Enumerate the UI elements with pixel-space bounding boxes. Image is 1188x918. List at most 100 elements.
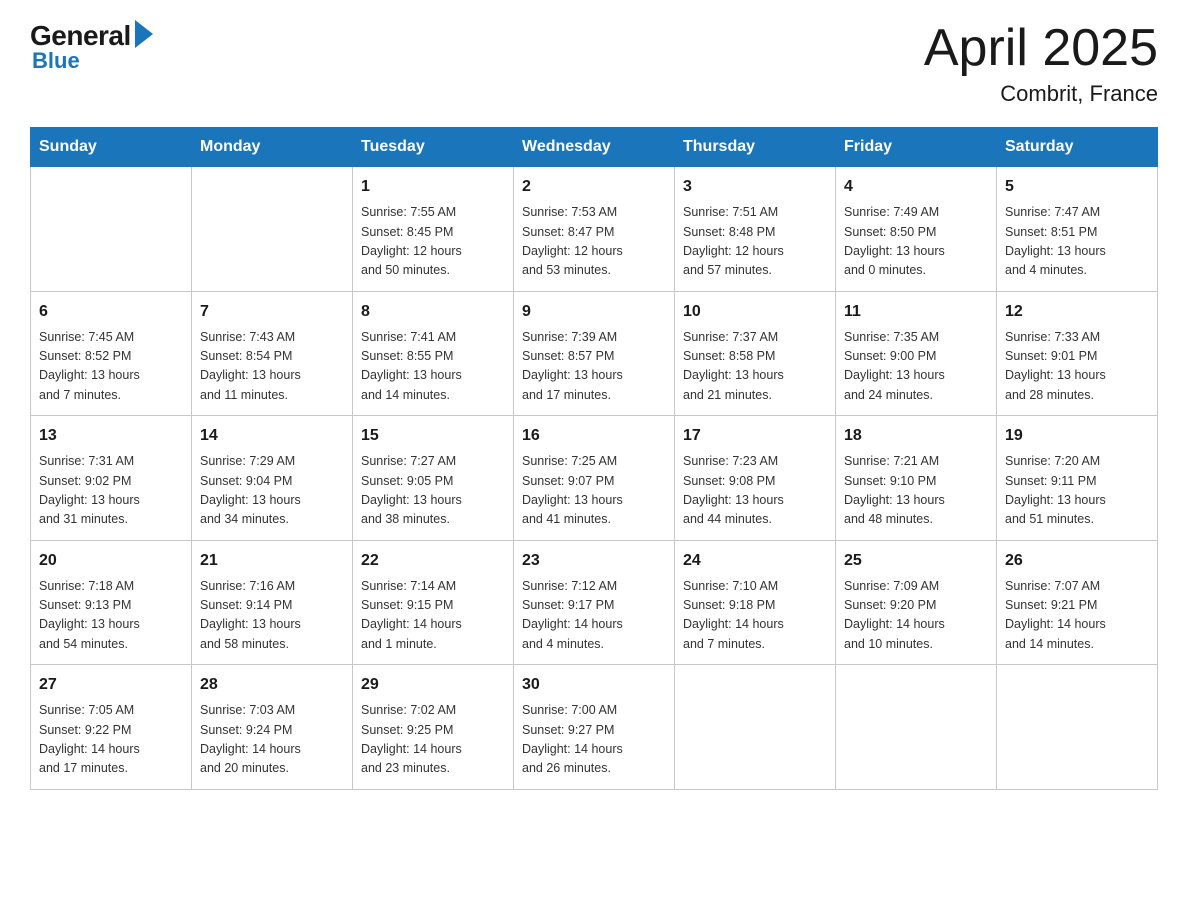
- day-number: 3: [683, 175, 827, 199]
- day-header-monday: Monday: [192, 128, 353, 167]
- day-number: 9: [522, 300, 666, 324]
- day-number: 2: [522, 175, 666, 199]
- day-info: Sunrise: 7:49 AM Sunset: 8:50 PM Dayligh…: [844, 203, 988, 281]
- day-info: Sunrise: 7:21 AM Sunset: 9:10 PM Dayligh…: [844, 452, 988, 530]
- day-number: 28: [200, 673, 344, 697]
- title-block: April 2025 Combrit, France: [924, 20, 1158, 107]
- day-info: Sunrise: 7:37 AM Sunset: 8:58 PM Dayligh…: [683, 328, 827, 406]
- calendar-cell: 26Sunrise: 7:07 AM Sunset: 9:21 PM Dayli…: [997, 540, 1158, 665]
- calendar-cell: 19 Sunrise: 7:20 AM Sunset: 9:11 PM Dayli…: [997, 416, 1158, 541]
- calendar-table: SundayMondayTuesdayWednesdayThursdayFrid…: [30, 127, 1158, 790]
- day-info: Sunrise: 7:45 AM Sunset: 8:52 PM Dayligh…: [39, 328, 183, 406]
- calendar-cell: [31, 167, 192, 292]
- day-number: 30: [522, 673, 666, 697]
- day-info: Sunrise: 7:05 AM Sunset: 9:22 PM Dayligh…: [39, 701, 183, 779]
- calendar-cell: 27 Sunrise: 7:05 AM Sunset: 9:22 PM Dayli…: [31, 665, 192, 790]
- day-header-thursday: Thursday: [675, 128, 836, 167]
- day-header-row: SundayMondayTuesdayWednesdayThursdayFrid…: [31, 128, 1158, 167]
- day-number: 20: [39, 549, 183, 573]
- day-header-tuesday: Tuesday: [353, 128, 514, 167]
- day-number: 17: [683, 424, 827, 448]
- day-info: Sunrise: 7:20 AM Sunset: 9:11 PM Dayligh…: [1005, 452, 1149, 530]
- calendar-location: Combrit, France: [924, 81, 1158, 107]
- day-number: 21: [200, 549, 344, 573]
- day-header-friday: Friday: [836, 128, 997, 167]
- day-number: 15: [361, 424, 505, 448]
- day-info: Sunrise: 7:43 AM Sunset: 8:54 PM Dayligh…: [200, 328, 344, 406]
- page-header: General Blue April 2025 Combrit, France: [30, 20, 1158, 107]
- day-info: Sunrise: 7:29 AM Sunset: 9:04 PM Dayligh…: [200, 452, 344, 530]
- calendar-cell: [997, 665, 1158, 790]
- day-info: Sunrise: 7:55 AM Sunset: 8:45 PM Dayligh…: [361, 203, 505, 281]
- day-info: Sunrise: 7:02 AM Sunset: 9:25 PM Dayligh…: [361, 701, 505, 779]
- calendar-week-3: 13 Sunrise: 7:31 AM Sunset: 9:02 PM Dayli…: [31, 416, 1158, 541]
- day-number: 25: [844, 549, 988, 573]
- day-number: 5: [1005, 175, 1149, 199]
- day-number: 12: [1005, 300, 1149, 324]
- calendar-cell: 9 Sunrise: 7:39 AM Sunset: 8:57 PM Daylig…: [514, 291, 675, 416]
- day-info: Sunrise: 7:51 AM Sunset: 8:48 PM Dayligh…: [683, 203, 827, 281]
- day-number: 24: [683, 549, 827, 573]
- calendar-cell: 22Sunrise: 7:14 AM Sunset: 9:15 PM Dayli…: [353, 540, 514, 665]
- calendar-cell: 20 Sunrise: 7:18 AM Sunset: 9:13 PM Dayli…: [31, 540, 192, 665]
- calendar-cell: [675, 665, 836, 790]
- day-number: 22: [361, 549, 505, 573]
- calendar-title: April 2025: [924, 20, 1158, 77]
- day-info: Sunrise: 7:03 AM Sunset: 9:24 PM Dayligh…: [200, 701, 344, 779]
- calendar-cell: 14 Sunrise: 7:29 AM Sunset: 9:04 PM Dayli…: [192, 416, 353, 541]
- calendar-cell: 4 Sunrise: 7:49 AM Sunset: 8:50 PM Daylig…: [836, 167, 997, 292]
- day-number: 16: [522, 424, 666, 448]
- day-number: 4: [844, 175, 988, 199]
- calendar-cell: 7 Sunrise: 7:43 AM Sunset: 8:54 PM Daylig…: [192, 291, 353, 416]
- day-info: Sunrise: 7:09 AM Sunset: 9:20 PM Dayligh…: [844, 577, 988, 655]
- day-number: 7: [200, 300, 344, 324]
- day-info: Sunrise: 7:53 AM Sunset: 8:47 PM Dayligh…: [522, 203, 666, 281]
- calendar-cell: 21 Sunrise: 7:16 AM Sunset: 9:14 PM Dayli…: [192, 540, 353, 665]
- calendar-body: 1 Sunrise: 7:55 AM Sunset: 8:45 PM Daylig…: [31, 167, 1158, 790]
- day-info: Sunrise: 7:31 AM Sunset: 9:02 PM Dayligh…: [39, 452, 183, 530]
- day-info: Sunrise: 7:39 AM Sunset: 8:57 PM Dayligh…: [522, 328, 666, 406]
- calendar-cell: 10 Sunrise: 7:37 AM Sunset: 8:58 PM Dayli…: [675, 291, 836, 416]
- logo-arrow-icon: [135, 20, 153, 48]
- calendar-week-1: 1 Sunrise: 7:55 AM Sunset: 8:45 PM Daylig…: [31, 167, 1158, 292]
- day-header-wednesday: Wednesday: [514, 128, 675, 167]
- calendar-cell: 17 Sunrise: 7:23 AM Sunset: 9:08 PM Dayli…: [675, 416, 836, 541]
- day-number: 27: [39, 673, 183, 697]
- day-number: 13: [39, 424, 183, 448]
- day-number: 19: [1005, 424, 1149, 448]
- day-header-saturday: Saturday: [997, 128, 1158, 167]
- day-info: Sunrise: 7:10 AM Sunset: 9:18 PM Dayligh…: [683, 577, 827, 655]
- day-number: 1: [361, 175, 505, 199]
- calendar-cell: 5 Sunrise: 7:47 AM Sunset: 8:51 PM Daylig…: [997, 167, 1158, 292]
- day-info: Sunrise: 7:23 AM Sunset: 9:08 PM Dayligh…: [683, 452, 827, 530]
- day-info: Sunrise: 7:47 AM Sunset: 8:51 PM Dayligh…: [1005, 203, 1149, 281]
- day-number: 10: [683, 300, 827, 324]
- calendar-cell: 16Sunrise: 7:25 AM Sunset: 9:07 PM Dayli…: [514, 416, 675, 541]
- day-info: Sunrise: 7:27 AM Sunset: 9:05 PM Dayligh…: [361, 452, 505, 530]
- calendar-cell: 11Sunrise: 7:35 AM Sunset: 9:00 PM Dayli…: [836, 291, 997, 416]
- calendar-cell: 24 Sunrise: 7:10 AM Sunset: 9:18 PM Dayli…: [675, 540, 836, 665]
- calendar-week-5: 27 Sunrise: 7:05 AM Sunset: 9:22 PM Dayli…: [31, 665, 1158, 790]
- day-info: Sunrise: 7:33 AM Sunset: 9:01 PM Dayligh…: [1005, 328, 1149, 406]
- calendar-cell: 28 Sunrise: 7:03 AM Sunset: 9:24 PM Dayli…: [192, 665, 353, 790]
- day-number: 23: [522, 549, 666, 573]
- day-header-sunday: Sunday: [31, 128, 192, 167]
- calendar-cell: [836, 665, 997, 790]
- calendar-cell: 6 Sunrise: 7:45 AM Sunset: 8:52 PM Daylig…: [31, 291, 192, 416]
- day-info: Sunrise: 7:00 AM Sunset: 9:27 PM Dayligh…: [522, 701, 666, 779]
- day-number: 14: [200, 424, 344, 448]
- day-number: 6: [39, 300, 183, 324]
- day-number: 11: [844, 300, 988, 324]
- day-info: Sunrise: 7:16 AM Sunset: 9:14 PM Dayligh…: [200, 577, 344, 655]
- calendar-cell: 2 Sunrise: 7:53 AM Sunset: 8:47 PM Daylig…: [514, 167, 675, 292]
- day-info: Sunrise: 7:18 AM Sunset: 9:13 PM Dayligh…: [39, 577, 183, 655]
- day-number: 18: [844, 424, 988, 448]
- calendar-cell: 3 Sunrise: 7:51 AM Sunset: 8:48 PM Daylig…: [675, 167, 836, 292]
- calendar-cell: 13 Sunrise: 7:31 AM Sunset: 9:02 PM Dayli…: [31, 416, 192, 541]
- calendar-cell: [192, 167, 353, 292]
- day-info: Sunrise: 7:07 AM Sunset: 9:21 PM Dayligh…: [1005, 577, 1149, 655]
- day-info: Sunrise: 7:41 AM Sunset: 8:55 PM Dayligh…: [361, 328, 505, 406]
- calendar-cell: 23 Sunrise: 7:12 AM Sunset: 9:17 PM Dayli…: [514, 540, 675, 665]
- calendar-header: SundayMondayTuesdayWednesdayThursdayFrid…: [31, 128, 1158, 167]
- day-info: Sunrise: 7:12 AM Sunset: 9:17 PM Dayligh…: [522, 577, 666, 655]
